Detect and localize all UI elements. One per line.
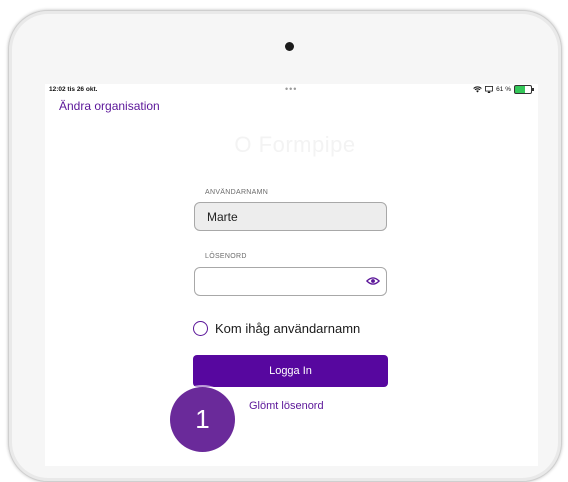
password-label: LÖSENORD — [205, 253, 247, 260]
change-organisation-link[interactable]: Ändra organisation — [59, 99, 160, 113]
status-bar: 12:02 tis 26 okt. ••• 61 % — [45, 84, 538, 96]
battery-icon — [514, 85, 534, 94]
username-label: ANVÄNDARNAMN — [205, 189, 269, 196]
login-button[interactable]: Logga In — [193, 355, 388, 387]
forgot-password-link[interactable]: Glömt lösenord — [249, 400, 324, 412]
screen-mirror-icon — [485, 86, 494, 93]
status-time: 12:02 tis 26 okt. — [49, 86, 98, 93]
step-number-badge: 1 — [170, 387, 235, 452]
app-screen: 12:02 tis 26 okt. ••• 61 % Ändra organis… — [45, 84, 538, 466]
front-camera — [285, 42, 294, 51]
multitasking-dots[interactable]: ••• — [285, 84, 297, 94]
radio-icon[interactable] — [193, 321, 208, 336]
remember-username-toggle[interactable]: Kom ihåg användarnamn — [193, 321, 360, 336]
username-input[interactable] — [194, 202, 387, 231]
logo: O Formpipe — [234, 132, 356, 157]
battery-percent: 61 % — [496, 86, 511, 93]
remember-username-label: Kom ihåg användarnamn — [215, 321, 361, 336]
password-input[interactable] — [194, 267, 387, 296]
show-password-eye-icon[interactable] — [366, 276, 380, 286]
wifi-icon — [473, 86, 482, 93]
status-indicators: 61 % — [473, 85, 534, 94]
